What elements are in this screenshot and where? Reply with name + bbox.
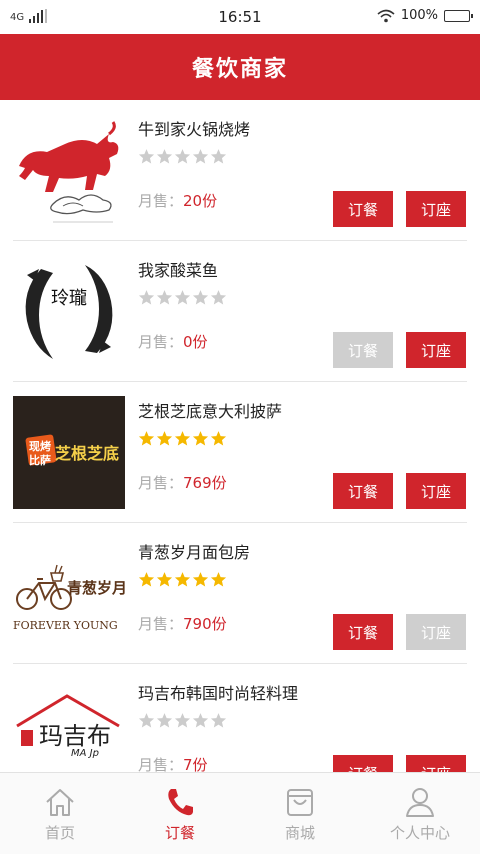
restaurant-list[interactable]: 牛到家火锅烧烤 月售：20份 订餐 订座 玲瓏 我家酸菜鱼 月售：0份 订餐 订…	[0, 100, 480, 772]
list-item[interactable]: 青葱岁月 FOREVER YOUNG 青葱岁月面包房 月售：790份 订餐 订座	[13, 523, 467, 664]
koi-fish-logo: 玲瓏	[13, 255, 125, 368]
star-empty-icon	[156, 149, 173, 164]
shop-bag-icon	[287, 789, 313, 816]
tab-label: 个人中心	[389, 824, 450, 842]
sales-label: 月售：	[138, 756, 184, 772]
bicycle-icon	[16, 564, 72, 610]
order-food-button[interactable]: 订餐	[333, 755, 393, 772]
sales-count: 7份	[183, 756, 208, 772]
star-empty-icon	[192, 713, 209, 728]
sales-count: 0份	[183, 333, 208, 351]
star-filled-icon	[138, 572, 155, 587]
sales-count: 20份	[183, 192, 218, 210]
sales-count: 790份	[183, 615, 227, 633]
monthly-sales: 月售：20份	[138, 190, 217, 211]
star-empty-icon	[174, 290, 191, 305]
star-filled-icon	[192, 572, 209, 587]
star-empty-icon	[138, 290, 155, 305]
order-food-button[interactable]: 订餐	[333, 332, 393, 368]
star-empty-icon	[138, 713, 155, 728]
star-empty-icon	[210, 290, 227, 305]
home-icon	[46, 789, 74, 816]
reserve-seat-button[interactable]: 订座	[406, 332, 466, 368]
star-filled-icon	[174, 572, 191, 587]
reserve-seat-button[interactable]: 订座	[406, 191, 466, 227]
reserve-seat-button[interactable]: 订座	[406, 614, 466, 650]
star-filled-icon	[138, 431, 155, 446]
sales-label: 月售：	[138, 333, 184, 351]
star-empty-icon	[192, 149, 209, 164]
star-empty-icon	[138, 149, 155, 164]
logo-text-pizza: 比萨	[29, 454, 51, 467]
sales-label: 月售：	[138, 192, 184, 210]
star-filled-icon	[174, 431, 191, 446]
star-rating	[138, 571, 227, 588]
tab-mall[interactable]: 商城	[240, 773, 360, 854]
status-bar: 4G 16:51 100%	[0, 0, 480, 34]
star-rating	[138, 712, 227, 729]
logo-text-cn: 玛吉布	[39, 722, 111, 750]
star-empty-icon	[174, 713, 191, 728]
page-header: 餐饮商家	[0, 34, 480, 100]
monthly-sales: 月售：0份	[138, 331, 208, 352]
tab-home[interactable]: 首页	[0, 773, 120, 854]
restaurant-name[interactable]: 玛吉布韩国时尚轻料理	[138, 680, 298, 704]
logo-text-brand: 芝根芝底	[55, 444, 120, 463]
star-empty-icon	[192, 290, 209, 305]
tab-label: 订餐	[164, 824, 195, 842]
star-filled-icon	[210, 431, 227, 446]
order-food-button[interactable]: 订餐	[333, 191, 393, 227]
red-bull-logo	[13, 114, 125, 227]
tab-profile[interactable]: 个人中心	[360, 773, 480, 854]
logo-text: 玲瓏	[51, 288, 87, 309]
star-empty-icon	[210, 713, 227, 728]
battery-percent: 100%	[400, 8, 438, 23]
sales-label: 月售：	[138, 474, 184, 492]
sales-count: 769份	[183, 474, 227, 492]
monthly-sales: 月售：7份	[138, 754, 208, 772]
star-empty-icon	[174, 149, 191, 164]
restaurant-name[interactable]: 我家酸菜鱼	[138, 257, 218, 281]
star-filled-icon	[156, 572, 173, 587]
star-filled-icon	[192, 431, 209, 446]
bicycle-logo: 青葱岁月 FOREVER YOUNG	[13, 537, 125, 650]
star-filled-icon	[210, 572, 227, 587]
reserve-seat-button[interactable]: 订座	[406, 755, 466, 772]
house-roof-logo: 玛吉布 MA Jp	[13, 678, 125, 772]
tab-label: 首页	[44, 824, 75, 842]
star-rating	[138, 148, 227, 165]
list-item[interactable]: 玲瓏 我家酸菜鱼 月售：0份 订餐 订座	[13, 241, 467, 382]
sales-label: 月售：	[138, 615, 184, 633]
order-food-button[interactable]: 订餐	[333, 614, 393, 650]
monthly-sales: 月售：790份	[138, 613, 227, 634]
tab-order[interactable]: 订餐	[120, 773, 240, 854]
list-item[interactable]: 现烤 比萨 芝根芝底 芝根芝底意大利披萨 月售：769份 订餐 订座	[13, 382, 467, 523]
star-empty-icon	[210, 149, 227, 164]
star-empty-icon	[156, 290, 173, 305]
monthly-sales: 月售：769份	[138, 472, 227, 493]
page-title: 餐饮商家	[191, 57, 288, 82]
star-empty-icon	[156, 713, 173, 728]
list-item[interactable]: 牛到家火锅烧烤 月售：20份 订餐 订座	[13, 100, 467, 241]
bottom-tab-bar: 首页 订餐 商城 个人中心	[0, 772, 480, 854]
logo-text-en: FOREVER YOUNG	[13, 619, 118, 632]
pizza-logo: 现烤 比萨 芝根芝底	[13, 396, 125, 509]
order-food-button[interactable]: 订餐	[333, 473, 393, 509]
star-rating	[138, 289, 227, 306]
phone-icon	[168, 789, 193, 816]
tab-label: 商城	[284, 824, 315, 842]
restaurant-name[interactable]: 牛到家火锅烧烤	[138, 116, 250, 140]
battery-icon	[444, 9, 473, 22]
user-icon	[406, 788, 434, 817]
restaurant-name[interactable]: 青葱岁月面包房	[138, 539, 250, 563]
logo-text-en: MA Jp	[71, 748, 99, 759]
list-item[interactable]: 玛吉布 MA Jp 玛吉布韩国时尚轻料理 月售：7份 订餐 订座	[13, 664, 467, 772]
logo-text-cn: 青葱岁月	[67, 579, 125, 597]
wifi-icon	[377, 9, 395, 22]
star-filled-icon	[156, 431, 173, 446]
restaurant-name[interactable]: 芝根芝底意大利披萨	[138, 398, 282, 422]
reserve-seat-button[interactable]: 订座	[406, 473, 466, 509]
star-rating	[138, 430, 227, 447]
